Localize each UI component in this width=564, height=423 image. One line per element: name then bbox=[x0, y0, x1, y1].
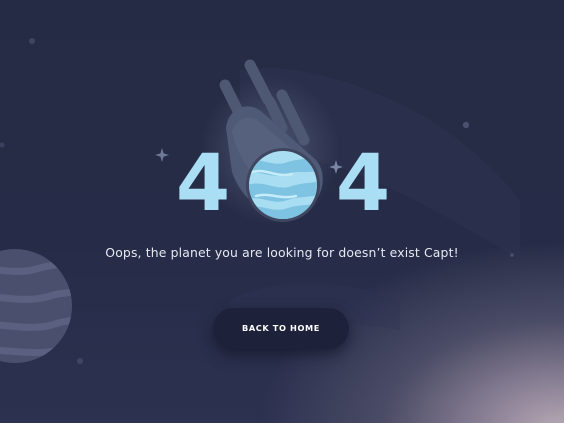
error-message: Oops, the planet you are looking for doe… bbox=[105, 245, 459, 260]
error-digit-right: 4 bbox=[335, 139, 391, 229]
sparkle-icon bbox=[155, 148, 169, 162]
error-404-page: 4 4 Oops, the planet you are looking for… bbox=[0, 0, 564, 423]
space-background bbox=[0, 38, 520, 364]
large-planet-icon bbox=[0, 249, 72, 363]
star-dot bbox=[77, 358, 83, 364]
back-to-home-button[interactable]: BACK TO HOME bbox=[213, 308, 349, 349]
star-dot bbox=[462, 121, 470, 129]
error-digit-left: 4 bbox=[175, 139, 231, 229]
star-dot bbox=[0, 142, 5, 148]
star-dot bbox=[29, 38, 35, 44]
